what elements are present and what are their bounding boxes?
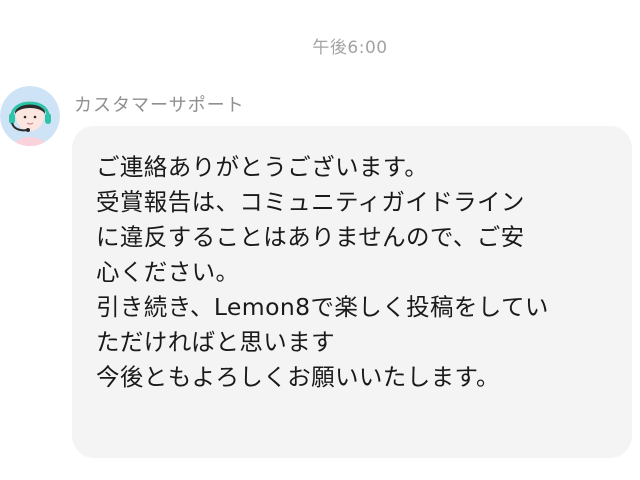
- sender-name: カスタマーサポート: [74, 95, 245, 116]
- message-line: 受賞報告は、コミュニティガイドライン: [96, 188, 525, 216]
- message-line: に違反することはありませんので、ご安: [96, 223, 525, 251]
- message-line: ただければと思います: [96, 328, 335, 356]
- support-agent-headset-icon: [0, 86, 60, 146]
- message-line: 引き続き、Lemon8で楽しく投稿をしてい: [96, 293, 549, 321]
- message-timestamp: 午後6:00: [312, 38, 388, 58]
- message-line: 心ください。: [96, 258, 240, 286]
- message-bubble[interactable]: ご連絡ありがとうございます。 受賞報告は、コミュニティガイドライン に違反するこ…: [72, 126, 632, 458]
- message-line: ご連絡ありがとうございます。: [96, 153, 429, 181]
- message-line: 今後ともよろしくお願いいたします。: [96, 363, 500, 391]
- support-agent-avatar[interactable]: [0, 86, 60, 146]
- chat-screen: 午後6:00 カスタマーサポート ご連絡ありがとうございます。 受賞報告は、コミ…: [0, 0, 640, 480]
